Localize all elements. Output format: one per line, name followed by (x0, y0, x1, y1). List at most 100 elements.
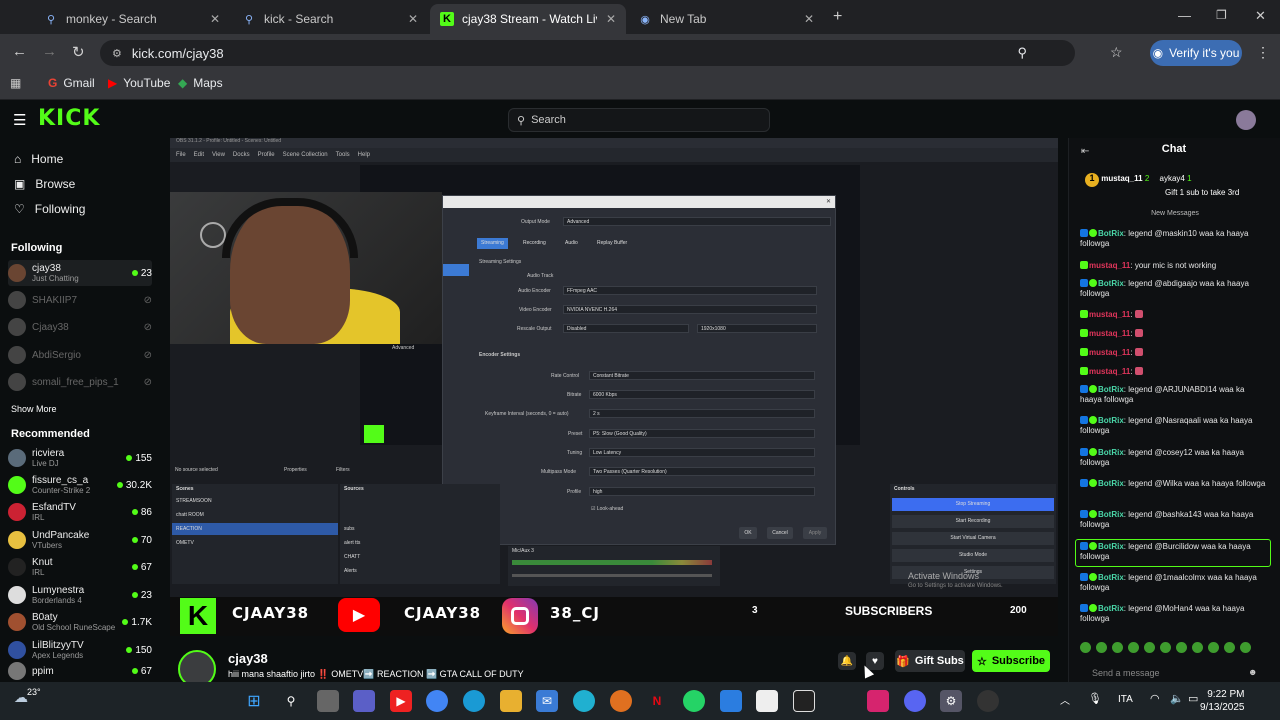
tab-replay-buffer[interactable]: Replay Buffer (593, 238, 631, 249)
volume-icon[interactable]: 🔈 (1170, 692, 1184, 705)
following-channel[interactable]: SHAKIIP7 ⊘ (8, 287, 152, 313)
bookmark-star-icon[interactable]: ☆ (1110, 44, 1123, 61)
file-explorer-icon[interactable] (500, 690, 522, 712)
close-icon[interactable]: ✕ (606, 12, 616, 26)
menu-kebab-icon[interactable]: ⋮ (1256, 44, 1270, 61)
recommended-channel[interactable]: ppim 67 (8, 660, 152, 682)
office-icon[interactable] (720, 690, 742, 712)
bookmark-youtube[interactable]: ▶ YouTube (108, 76, 170, 90)
battery-icon[interactable]: ▭ (1188, 692, 1198, 705)
emote-icon[interactable] (1176, 642, 1187, 653)
obs-icon[interactable] (977, 690, 999, 712)
recommended-channel[interactable]: UndPancake VTubers 70 (8, 527, 152, 553)
emoji-picker-icon[interactable]: ☻ (1248, 667, 1257, 677)
chat-username[interactable]: BotRix (1098, 573, 1124, 582)
gift-subs-button[interactable]: 🎁 Gift Subs (895, 650, 965, 672)
emote-icon[interactable] (1112, 642, 1123, 653)
chat-username[interactable]: mustaq_11 (1089, 329, 1130, 338)
preset-select[interactable]: P5: Slow (Good Quality) (589, 429, 815, 438)
profile-select[interactable]: high (589, 487, 815, 496)
nav-home[interactable]: ⌂ Home (14, 152, 63, 166)
tab-kick-search[interactable]: ⚲ kick - Search ✕ (232, 4, 428, 34)
discord-icon[interactable] (904, 690, 926, 712)
emote-icon[interactable] (1208, 642, 1219, 653)
video-encoder-select[interactable]: NVIDIA NVENC H.264 (563, 305, 817, 314)
tab-streaming[interactable]: Streaming (477, 238, 508, 249)
zoom-search-icon[interactable]: ⚲ (1017, 45, 1027, 61)
lookahead-checkbox[interactable]: ☑ Look-ahead (591, 506, 623, 512)
store-icon[interactable] (756, 690, 778, 712)
recommended-channel[interactable]: Knut IRL 67 (8, 554, 152, 580)
whatsapp-icon[interactable] (683, 690, 705, 712)
recommended-channel[interactable]: Lumynestra Borderlands 4 23 (8, 582, 152, 608)
keyframe-input[interactable]: 2 s (589, 409, 815, 418)
chat-username[interactable]: BotRix (1098, 604, 1124, 613)
chat-input[interactable]: Send a message (1080, 664, 1266, 682)
search-icon[interactable]: ⚲ (280, 690, 302, 712)
chat-username[interactable]: BotRix (1098, 479, 1124, 488)
tuning-select[interactable]: Low Latency (589, 448, 815, 457)
emote-icon[interactable] (1160, 642, 1171, 653)
emote-icon[interactable] (1224, 642, 1235, 653)
recommended-channel[interactable]: ricviera Live DJ 155 (8, 445, 152, 471)
close-icon[interactable]: ✕ (408, 12, 418, 26)
emote-icon[interactable] (1128, 642, 1139, 653)
emote-icon[interactable] (1192, 642, 1203, 653)
recommended-channel[interactable]: B0aty Old School RuneScape 1.7K (8, 609, 152, 635)
edge-icon[interactable] (463, 690, 485, 712)
emote-icon[interactable] (1240, 642, 1251, 653)
rescale-resolution[interactable]: 1920x1080 (697, 324, 817, 333)
tab-monkey-search[interactable]: ⚲ monkey - Search ✕ (34, 4, 230, 34)
tab-audio[interactable]: Audio (561, 238, 582, 249)
close-icon[interactable]: ✕ (804, 12, 814, 26)
site-info-icon[interactable]: ⚙ (112, 47, 122, 60)
emote-icon[interactable] (1080, 642, 1091, 653)
wifi-icon[interactable]: ◠ (1150, 692, 1160, 705)
new-messages-indicator[interactable]: New Messages (1140, 210, 1210, 218)
following-channel[interactable]: Cjaay38 ⊘ (8, 314, 152, 340)
microphone-icon[interactable]: 🎙 (1088, 692, 1102, 705)
cancel-button[interactable]: Cancel (767, 527, 793, 539)
show-more-link[interactable]: Show More (11, 404, 57, 414)
following-channel[interactable]: somali_free_pips_1 ⊘ (8, 369, 152, 395)
following-channel[interactable]: AbdiSergio ⊘ (8, 342, 152, 368)
chat-username[interactable]: BotRix (1098, 510, 1124, 519)
emote-icon[interactable] (1096, 642, 1107, 653)
tab-cjay38-stream[interactable]: K cjay38 Stream - Watch Live on ✕ (430, 4, 626, 34)
teams-icon[interactable] (353, 690, 375, 712)
user-avatar[interactable] (1236, 110, 1256, 130)
recommended-channel[interactable]: fissure_cs_a Counter-Strike 2 30.2K (8, 472, 152, 498)
tray-chevron-icon[interactable]: ︿ (1060, 692, 1070, 707)
back-icon[interactable]: ← (12, 43, 27, 60)
following-channel[interactable]: cjay38 Just Chatting 23 (8, 260, 152, 286)
subscribe-button[interactable]: ☆ Subscribe (972, 650, 1050, 672)
forward-icon[interactable]: → (42, 43, 57, 60)
recommended-channel[interactable]: EsfandTV IRL 86 (8, 499, 152, 525)
reload-icon[interactable]: ↻ (72, 43, 85, 61)
task-view-icon[interactable] (317, 690, 339, 712)
chrome-icon[interactable] (426, 690, 448, 712)
bookmark-gmail[interactable]: G Gmail (48, 76, 95, 90)
apply-button[interactable]: Apply (803, 527, 827, 539)
windows-start-icon[interactable]: ⊞ (243, 690, 265, 712)
tab-new-tab[interactable]: ◉ New Tab ✕ (628, 4, 824, 34)
chat-username[interactable]: BotRix (1098, 229, 1124, 238)
rate-control-select[interactable]: Constant Bitrate (589, 371, 815, 380)
close-window-icon[interactable]: ✕ (1255, 8, 1266, 24)
notification-bell-icon[interactable]: 🔔 (838, 652, 856, 670)
tab-recording[interactable]: Recording (519, 238, 550, 249)
chat-username[interactable]: BotRix (1098, 448, 1124, 457)
audio-encoder-select[interactable]: FFmpeg AAC (563, 286, 817, 295)
chat-username[interactable]: BotRix (1098, 279, 1124, 288)
bitrate-input[interactable]: 6000 Kbps (589, 390, 815, 399)
nav-browse[interactable]: ▣ Browse (14, 177, 75, 191)
ok-button[interactable]: OK (739, 527, 757, 539)
kick-logo[interactable]: KICK (38, 106, 100, 131)
search-input[interactable]: ⚲ Search (508, 108, 770, 132)
bookmark-maps[interactable]: ◆ Maps (178, 76, 223, 90)
output-mode-select[interactable]: Advanced (563, 217, 831, 226)
minimize-icon[interactable]: — (1178, 8, 1191, 23)
close-icon[interactable]: ✕ (826, 198, 831, 205)
verify-button[interactable]: ◉ Verify it's you (1150, 40, 1242, 66)
address-bar[interactable]: ⚙ kick.com/cjay38 ⚲ (100, 40, 1075, 66)
